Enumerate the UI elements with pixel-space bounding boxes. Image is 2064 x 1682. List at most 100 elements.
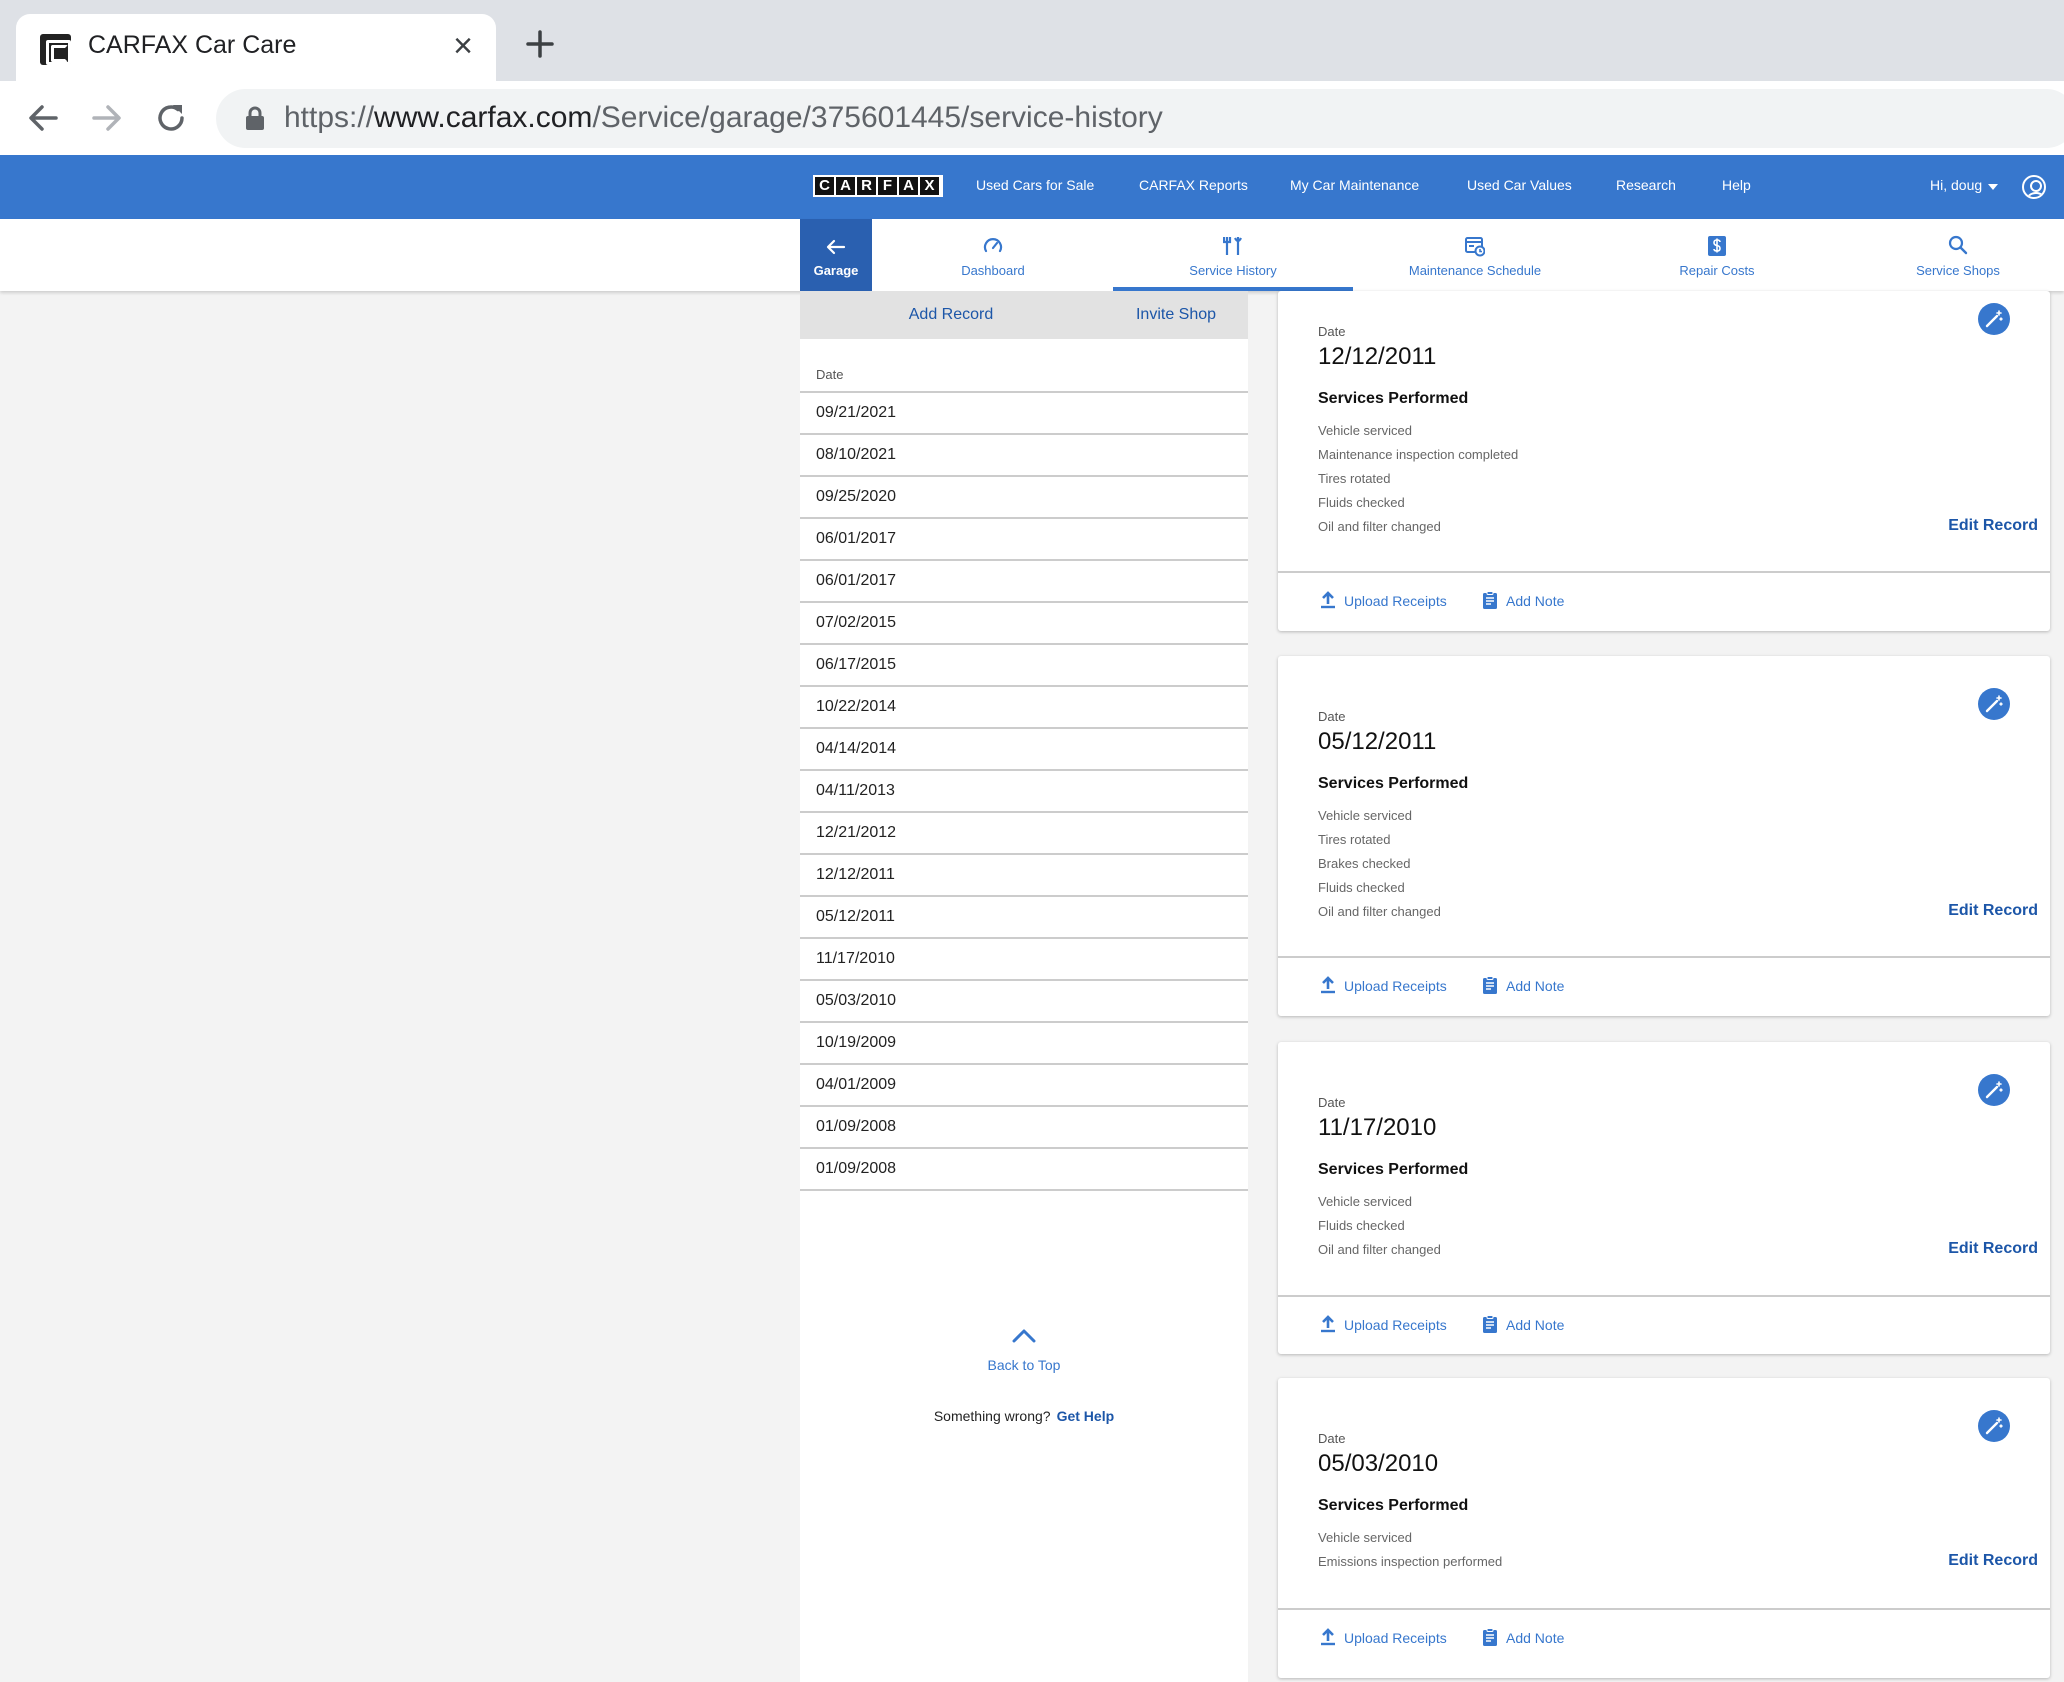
address-bar[interactable]: https://www.carfax.com/Service/garage/37… bbox=[216, 89, 2064, 148]
tab-title: CARFAX Car Care bbox=[88, 31, 297, 59]
arrow-left-icon bbox=[826, 239, 846, 255]
edit-record-button[interactable]: Edit Record bbox=[1928, 517, 2038, 535]
note-icon bbox=[1483, 1628, 1497, 1646]
list-item[interactable]: 09/25/2020 bbox=[800, 477, 1248, 519]
magic-wand-icon bbox=[1985, 695, 2003, 713]
service-record-card: Date 05/03/2010 Services Performed Vehic… bbox=[1278, 1378, 2050, 1678]
lock-icon bbox=[246, 106, 264, 130]
list-item[interactable]: 05/12/2011 bbox=[800, 897, 1248, 939]
tab-maintenance-schedule[interactable]: Maintenance Schedule bbox=[1355, 219, 1595, 291]
add-note-label: Add Note bbox=[1506, 978, 1565, 994]
edit-record-button[interactable]: Edit Record bbox=[1928, 1552, 2038, 1570]
record-date: 05/12/2011 bbox=[1318, 728, 1437, 755]
close-tab-icon[interactable]: × bbox=[448, 29, 478, 63]
date-label: Date bbox=[1318, 709, 1346, 724]
service-item: Vehicle serviced bbox=[1318, 423, 1412, 438]
service-item: Brakes checked bbox=[1318, 856, 1411, 871]
list-item[interactable]: 06/01/2017 bbox=[800, 519, 1248, 561]
reload-icon[interactable] bbox=[152, 99, 190, 137]
upload-receipts-label: Upload Receipts bbox=[1344, 1317, 1447, 1333]
services-performed-heading: Services Performed bbox=[1318, 1161, 1469, 1178]
tab-dashboard[interactable]: Dashboard bbox=[873, 219, 1113, 291]
nav-my-car-maintenance[interactable]: My Car Maintenance bbox=[1290, 177, 1419, 193]
carfax-favicon-icon bbox=[40, 34, 71, 65]
list-item[interactable]: 12/21/2012 bbox=[800, 813, 1248, 855]
record-date: 05/03/2010 bbox=[1318, 1450, 1439, 1477]
list-item[interactable]: 09/21/2021 bbox=[800, 393, 1248, 435]
get-help-link[interactable]: Get Help bbox=[1057, 1408, 1115, 1424]
service-item: Tires rotated bbox=[1318, 832, 1391, 847]
nav-used-car-values[interactable]: Used Car Values bbox=[1467, 177, 1572, 193]
garage-back-button[interactable]: Garage bbox=[800, 219, 872, 291]
list-item[interactable]: 01/09/2008 bbox=[800, 1149, 1248, 1191]
upload-icon bbox=[1321, 591, 1335, 609]
add-note-button[interactable]: Add Note bbox=[1482, 1315, 1564, 1333]
garage-label: Garage bbox=[813, 263, 859, 278]
add-note-button[interactable]: Add Note bbox=[1482, 1628, 1564, 1646]
search-icon bbox=[1948, 235, 1968, 255]
invite-shop-button[interactable]: Invite Shop bbox=[1096, 306, 1256, 324]
services-performed-heading: Services Performed bbox=[1318, 775, 1469, 792]
list-item[interactable]: 04/01/2009 bbox=[800, 1065, 1248, 1107]
add-note-button[interactable]: Add Note bbox=[1482, 976, 1564, 994]
list-item[interactable]: 11/17/2010 bbox=[800, 939, 1248, 981]
list-item[interactable]: 05/03/2010 bbox=[800, 981, 1248, 1023]
service-item: Vehicle serviced bbox=[1318, 1530, 1412, 1545]
upload-receipts-button[interactable]: Upload Receipts bbox=[1320, 1315, 1447, 1333]
nav-help[interactable]: Help bbox=[1722, 177, 1751, 193]
upload-receipts-button[interactable]: Upload Receipts bbox=[1320, 976, 1447, 994]
new-tab-icon[interactable] bbox=[522, 26, 558, 62]
logo-letter: X bbox=[920, 177, 939, 195]
card-footer: Upload Receipts Add Note bbox=[1278, 571, 2050, 629]
caret-down-icon[interactable] bbox=[1988, 184, 1998, 195]
help-line: Something wrong? Get Help bbox=[800, 1408, 1248, 1424]
list-item[interactable]: 07/02/2015 bbox=[800, 603, 1248, 645]
edit-wand-button[interactable] bbox=[1978, 688, 2010, 720]
list-item[interactable]: 06/17/2015 bbox=[800, 645, 1248, 687]
upload-receipts-button[interactable]: Upload Receipts bbox=[1320, 1628, 1447, 1646]
nav-used-cars[interactable]: Used Cars for Sale bbox=[976, 177, 1094, 193]
edit-record-button[interactable]: Edit Record bbox=[1928, 902, 2038, 920]
list-item[interactable]: 12/12/2011 bbox=[800, 855, 1248, 897]
add-note-label: Add Note bbox=[1506, 1317, 1565, 1333]
edit-wand-button[interactable] bbox=[1978, 1410, 2010, 1442]
list-item[interactable]: 06/01/2017 bbox=[800, 561, 1248, 603]
tab-service-shops[interactable]: Service Shops bbox=[1838, 219, 2064, 291]
nav-carfax-reports[interactable]: CARFAX Reports bbox=[1139, 177, 1248, 193]
browser-tab[interactable]: CARFAX Car Care × bbox=[16, 14, 496, 81]
carfax-logo[interactable]: C A R F A X bbox=[813, 175, 943, 197]
service-date-panel: Add Record Invite Shop Date 09/21/2021 0… bbox=[800, 291, 1248, 1682]
logo-letter: A bbox=[836, 177, 855, 195]
add-record-button[interactable]: Add Record bbox=[870, 306, 1032, 324]
logo-letter: F bbox=[878, 177, 897, 195]
date-column-header: Date bbox=[816, 367, 844, 382]
forward-arrow-icon[interactable] bbox=[88, 99, 126, 137]
account-icon[interactable] bbox=[2022, 175, 2046, 199]
add-note-button[interactable]: Add Note bbox=[1482, 591, 1564, 609]
record-date: 11/17/2010 bbox=[1318, 1114, 1437, 1141]
tab-service-history[interactable]: Service History bbox=[1113, 219, 1353, 291]
card-footer: Upload Receipts Add Note bbox=[1278, 1608, 2050, 1666]
back-arrow-icon[interactable] bbox=[24, 99, 62, 137]
service-item: Tires rotated bbox=[1318, 471, 1391, 486]
list-item[interactable]: 01/09/2008 bbox=[800, 1107, 1248, 1149]
nav-research[interactable]: Research bbox=[1616, 177, 1676, 193]
list-item[interactable]: 10/19/2009 bbox=[800, 1023, 1248, 1065]
edit-wand-button[interactable] bbox=[1978, 303, 2010, 335]
logo-letter: A bbox=[899, 177, 918, 195]
edit-wand-button[interactable] bbox=[1978, 1074, 2010, 1106]
list-item[interactable]: 10/22/2014 bbox=[800, 687, 1248, 729]
service-item: Fluids checked bbox=[1318, 1218, 1405, 1233]
tab-repair-costs[interactable]: Repair Costs bbox=[1597, 219, 1837, 291]
tab-service-history-label: Service History bbox=[1189, 263, 1277, 278]
list-item[interactable]: 04/11/2013 bbox=[800, 771, 1248, 813]
upload-receipts-label: Upload Receipts bbox=[1344, 1630, 1447, 1646]
edit-record-button[interactable]: Edit Record bbox=[1928, 1240, 2038, 1258]
browser-toolbar: https://www.carfax.com/Service/garage/37… bbox=[0, 81, 2064, 155]
user-greeting[interactable]: Hi, doug bbox=[1930, 177, 1982, 193]
upload-receipts-button[interactable]: Upload Receipts bbox=[1320, 591, 1447, 609]
list-item[interactable]: 04/14/2014 bbox=[800, 729, 1248, 771]
upload-icon bbox=[1321, 976, 1335, 994]
list-item[interactable]: 08/10/2021 bbox=[800, 435, 1248, 477]
date-label: Date bbox=[1318, 324, 1346, 339]
